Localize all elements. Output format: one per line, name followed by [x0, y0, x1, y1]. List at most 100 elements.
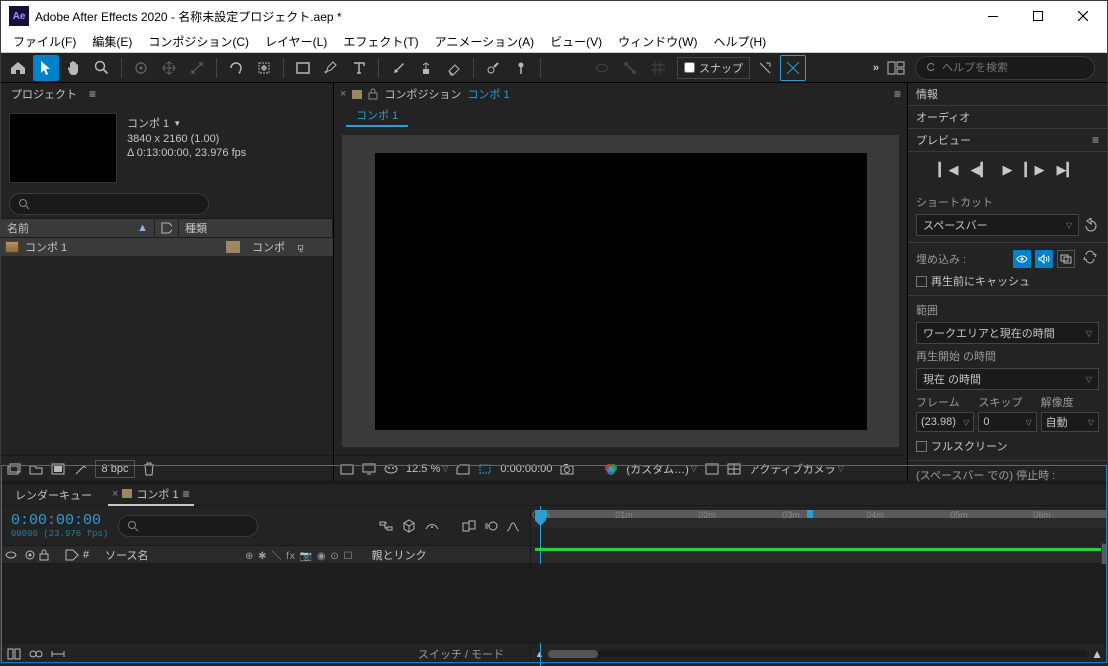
project-item-row[interactable]: コンポ 1 コンポ ⚼: [1, 238, 333, 256]
index-column-label[interactable]: #: [83, 549, 97, 561]
minimize-button[interactable]: [970, 1, 1015, 31]
color-mgmt-dropdown[interactable]: (カスタム…)▽: [626, 461, 696, 477]
mesh-icon[interactable]: [589, 55, 615, 81]
channel-icon[interactable]: [604, 462, 618, 476]
eraser-tool[interactable]: [441, 55, 467, 81]
resolution-icon[interactable]: [456, 463, 470, 475]
hand-tool[interactable]: [61, 55, 87, 81]
menu-window[interactable]: ウィンドウ(W): [610, 31, 705, 52]
next-frame-button[interactable]: ▎▶: [1025, 162, 1045, 178]
menu-effect[interactable]: エフェクト(T): [335, 31, 426, 52]
composition-canvas[interactable]: [375, 153, 867, 430]
mask-icon[interactable]: [384, 464, 398, 474]
snap-grid-icon[interactable]: [780, 55, 806, 81]
camera-dropdown[interactable]: アクティブカメラ▽: [749, 461, 844, 477]
embed-overlay-icon[interactable]: [1057, 250, 1075, 268]
help-search-input[interactable]: [942, 62, 1084, 74]
column-type[interactable]: 種類: [179, 219, 333, 237]
motion-blur-icon[interactable]: [484, 519, 498, 533]
current-time-display[interactable]: 0:00:00:00 00000 (23.976 fps): [11, 512, 108, 539]
puppet-pin-tool[interactable]: [508, 55, 534, 81]
display-icon[interactable]: [362, 463, 376, 475]
anchor-point-tool[interactable]: [251, 55, 277, 81]
dolly-tool[interactable]: [184, 55, 210, 81]
zoom-slider-handle[interactable]: [548, 650, 598, 658]
new-folder-icon[interactable]: [29, 463, 43, 475]
playfrom-select[interactable]: 現在 の時間▽: [916, 368, 1099, 390]
overflow-icon[interactable]: »: [873, 62, 877, 74]
pen-tool[interactable]: [318, 55, 344, 81]
clone-stamp-tool[interactable]: [413, 55, 439, 81]
dropdown-icon[interactable]: ▼: [173, 119, 181, 128]
resolution-select[interactable]: 自動▽: [1041, 412, 1099, 432]
fullscreen-checkbox[interactable]: [916, 441, 927, 452]
menu-composition[interactable]: コンポジション(C): [140, 31, 257, 52]
render-queue-tab[interactable]: レンダーキュー: [11, 485, 96, 505]
column-label-color[interactable]: [155, 219, 179, 237]
composition-thumbnail[interactable]: [9, 113, 117, 183]
timeline-zoom-slider[interactable]: [548, 651, 1087, 657]
bone-icon[interactable]: [617, 55, 643, 81]
first-frame-button[interactable]: ▎◀: [939, 162, 959, 178]
work-area-end-handle[interactable]: [807, 510, 813, 518]
toggle-modes-icon[interactable]: [29, 648, 43, 660]
lock-icon[interactable]: [368, 88, 378, 100]
trash-icon[interactable]: [143, 462, 155, 476]
close-tab-icon[interactable]: ×: [112, 488, 118, 500]
snap-options-icon[interactable]: [752, 55, 778, 81]
switch-mode-toggle[interactable]: スイッチ / モード: [418, 646, 504, 662]
brush-tool[interactable]: [385, 55, 411, 81]
roto-brush-tool[interactable]: [480, 55, 506, 81]
type-tool[interactable]: [346, 55, 372, 81]
zoom-dropdown[interactable]: 12.5 %▽: [406, 463, 448, 475]
range-select[interactable]: ワークエリアと現在の時間▽: [916, 322, 1099, 344]
close-button[interactable]: [1060, 1, 1105, 31]
menu-edit[interactable]: 編集(E): [84, 31, 140, 52]
label-color-swatch[interactable]: [226, 241, 240, 253]
always-preview-icon[interactable]: [340, 463, 354, 475]
interpret-footage-icon[interactable]: [7, 463, 21, 475]
timecode-display[interactable]: 0:00:00:00: [500, 463, 552, 475]
prev-frame-button[interactable]: ◀▎: [971, 162, 991, 178]
comp-subtab[interactable]: コンポ 1: [346, 105, 408, 127]
fullscreen-checkbox-row[interactable]: フルスクリーン: [916, 436, 1099, 456]
exposure-icon[interactable]: [705, 463, 719, 475]
menu-file[interactable]: ファイル(F): [5, 31, 84, 52]
pan-camera-tool[interactable]: [156, 55, 182, 81]
menu-help[interactable]: ヘルプ(H): [706, 31, 775, 52]
grid-icon[interactable]: [645, 55, 671, 81]
cache-checkbox-row[interactable]: 再生前にキャッシュ: [916, 271, 1099, 291]
menu-view[interactable]: ビュー(V): [542, 31, 610, 52]
close-tab-icon[interactable]: ×: [340, 88, 346, 100]
rectangle-tool[interactable]: [290, 55, 316, 81]
info-panel-header[interactable]: 情報: [908, 83, 1107, 106]
comp-name-link[interactable]: コンポ 1: [467, 86, 509, 102]
reset-icon[interactable]: [1083, 218, 1099, 232]
help-search[interactable]: [915, 56, 1095, 80]
loop-icon[interactable]: [1083, 250, 1099, 268]
timeline-layers-area[interactable]: [1, 564, 531, 643]
maximize-button[interactable]: [1015, 1, 1060, 31]
snap-toggle[interactable]: スナップ: [677, 57, 750, 79]
project-panel-tab[interactable]: プロジェクト: [7, 84, 81, 104]
graph-editor-icon[interactable]: [506, 519, 520, 533]
embed-video-icon[interactable]: [1013, 250, 1031, 268]
flowchart-icon[interactable]: ⚼: [297, 242, 304, 253]
lock-column-icon[interactable]: [39, 549, 49, 561]
grid-guides-icon[interactable]: [727, 463, 741, 475]
switches-column[interactable]: ⊕ ✱ ＼ fx 📷 ◉ ⊙ ☐: [245, 547, 354, 562]
parent-column-label[interactable]: 親とリンク: [372, 547, 427, 563]
orbit-tool[interactable]: [128, 55, 154, 81]
zoom-in-icon[interactable]: ▲: [1091, 647, 1103, 661]
adjust-icon[interactable]: [73, 462, 87, 476]
menu-layer[interactable]: レイヤー(L): [257, 31, 335, 52]
panel-menu-icon[interactable]: ≡: [89, 87, 96, 101]
column-name[interactable]: 名前 ▲: [1, 219, 155, 237]
panel-menu-icon[interactable]: ≡: [183, 487, 190, 501]
comp-mini-flowchart-icon[interactable]: [378, 519, 394, 533]
audio-panel-header[interactable]: オーディオ: [908, 106, 1107, 129]
project-search[interactable]: [9, 193, 209, 215]
workspace-icon[interactable]: [883, 55, 909, 81]
av-column-icon[interactable]: [5, 550, 21, 560]
shy-icon[interactable]: [424, 519, 440, 533]
